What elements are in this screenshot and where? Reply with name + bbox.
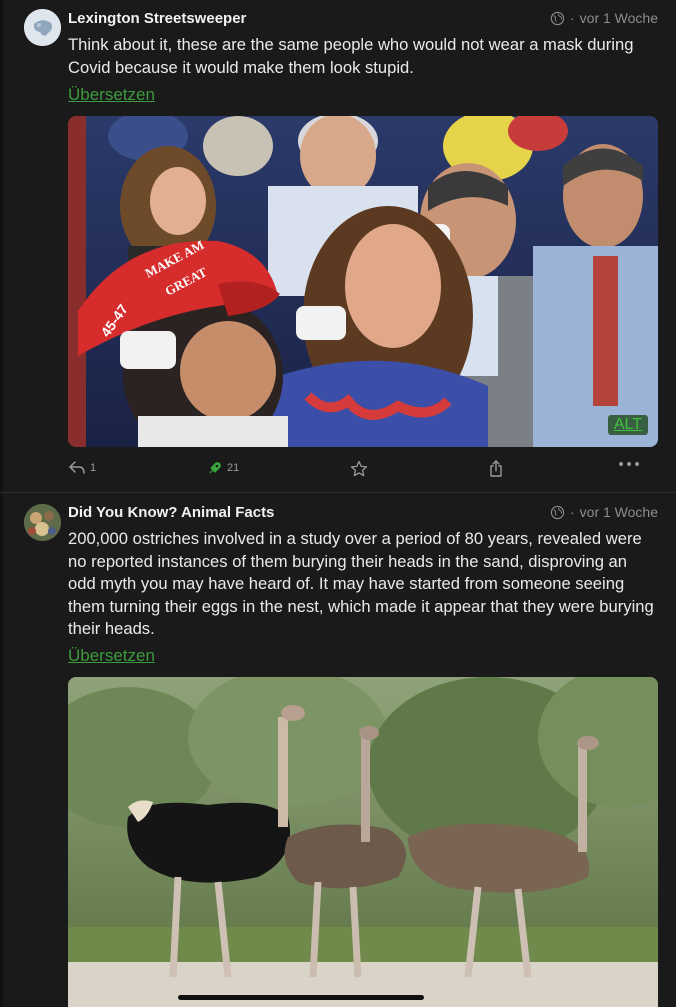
reply-count: 1: [90, 462, 97, 474]
reply-icon: [68, 461, 85, 474]
boost-button[interactable]: 21: [207, 460, 239, 476]
more-button[interactable]: [617, 460, 641, 468]
post-text: Think about it, these are the same peopl…: [68, 35, 634, 77]
post-image[interactable]: MAKE AM GREAT 45-47 ALT: [68, 116, 658, 447]
post-author[interactable]: Lexington Streetsweeper: [68, 10, 246, 27]
post-time[interactable]: vor 1 Woche: [580, 10, 658, 26]
separator-dot: ·: [569, 10, 575, 26]
more-icon: [619, 462, 639, 466]
reply-button[interactable]: 1: [68, 460, 96, 476]
post-image[interactable]: [68, 677, 658, 1007]
favourite-button[interactable]: [350, 460, 368, 478]
globe-icon: [550, 11, 565, 25]
post-1[interactable]: Lexington Streetsweeper · vor 1 Woche Th…: [0, 0, 676, 492]
translate-link[interactable]: Übersetzen: [68, 646, 155, 666]
separator-dot: ·: [569, 504, 575, 520]
post-meta: · vor 1 Woche: [550, 10, 658, 26]
post-meta: · vor 1 Woche: [550, 504, 658, 520]
favourite-icon: [350, 460, 368, 477]
share-icon: [490, 460, 502, 477]
share-button[interactable]: [488, 460, 504, 478]
avatar[interactable]: [24, 504, 61, 541]
post-author[interactable]: Did You Know? Animal Facts: [68, 504, 274, 521]
translate-link[interactable]: Übersetzen: [68, 85, 155, 105]
post-actions: 1 21: [0, 460, 676, 486]
boost-icon: [209, 462, 221, 474]
boost-count: 21: [227, 462, 240, 474]
post-time[interactable]: vor 1 Woche: [580, 504, 658, 520]
alt-badge[interactable]: ALT: [607, 415, 648, 435]
post-text: 200,000 ostriches involved in a study ov…: [68, 529, 654, 638]
post-divider: [0, 492, 676, 493]
home-indicator[interactable]: [178, 995, 424, 1000]
globe-icon: [550, 505, 565, 519]
avatar[interactable]: [24, 9, 61, 46]
post-2[interactable]: Did You Know? Animal Facts · vor 1 Woche…: [0, 494, 676, 1007]
